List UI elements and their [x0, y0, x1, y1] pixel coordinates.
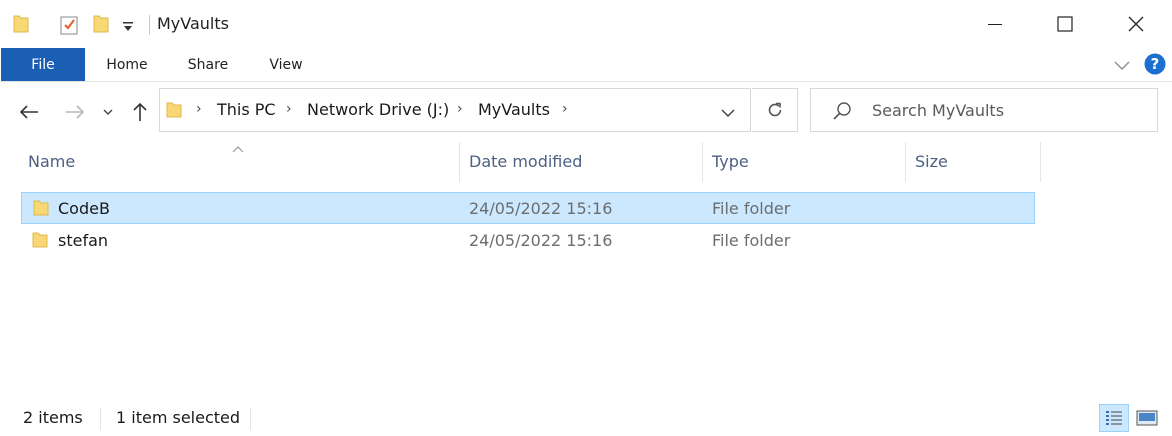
address-history-icon[interactable]: [720, 104, 736, 123]
folder-icon: [33, 199, 49, 221]
tab-view[interactable]: View: [250, 48, 322, 81]
large-icons-view-button[interactable]: [1132, 404, 1162, 432]
column-divider[interactable]: [905, 142, 906, 182]
refresh-button[interactable]: [752, 88, 798, 132]
close-button[interactable]: [1101, 0, 1171, 48]
window-title: MyVaults: [157, 14, 229, 33]
breadcrumb-separator-icon[interactable]: ›: [286, 101, 292, 117]
customize-qat-icon[interactable]: [121, 19, 135, 38]
back-button[interactable]: [14, 95, 44, 129]
breadcrumb-separator-icon[interactable]: ›: [457, 101, 463, 117]
up-button[interactable]: [125, 95, 155, 129]
up-arrow-icon: [133, 102, 147, 121]
maximize-button[interactable]: [1030, 0, 1100, 48]
tab-home[interactable]: Home: [88, 48, 166, 81]
breadcrumb-network-drive[interactable]: Network Drive (J:): [307, 100, 449, 119]
details-view-button[interactable]: [1099, 404, 1129, 432]
details-view-icon: [1106, 411, 1122, 425]
column-divider[interactable]: [459, 142, 460, 182]
search-icon: [832, 101, 852, 125]
column-header-date-modified[interactable]: Date modified: [469, 152, 582, 171]
folder-icon: [12, 14, 30, 38]
table-row[interactable]: stefan 24/05/2022 15:16 File folder: [21, 225, 1035, 257]
tab-file[interactable]: File: [1, 48, 85, 81]
breadcrumb-myvaults[interactable]: MyVaults: [478, 100, 550, 119]
back-arrow-icon: [19, 105, 38, 119]
file-type: File folder: [712, 199, 791, 218]
forward-arrow-icon: [66, 105, 85, 119]
column-header-size[interactable]: Size: [915, 152, 948, 171]
status-divider: [250, 408, 251, 430]
address-folder-icon: [166, 101, 182, 123]
sort-ascending-icon: [231, 138, 245, 157]
table-row[interactable]: CodeB 24/05/2022 15:16 File folder: [21, 192, 1035, 224]
folder-icon: [32, 231, 48, 253]
expand-ribbon-icon[interactable]: [1113, 57, 1131, 76]
large-icons-view-icon: [1136, 410, 1158, 426]
status-item-count: 2 items: [23, 408, 83, 427]
status-selection: 1 item selected: [116, 408, 241, 427]
breadcrumb-this-pc[interactable]: This PC: [217, 100, 276, 119]
minimize-icon: [988, 24, 1002, 25]
recent-locations-button[interactable]: [95, 95, 121, 129]
svg-text:?: ?: [1151, 55, 1160, 73]
maximize-icon: [1057, 16, 1073, 32]
column-header-type[interactable]: Type: [712, 152, 749, 171]
refresh-icon: [768, 102, 781, 117]
new-folder-icon[interactable]: [92, 14, 110, 38]
column-divider[interactable]: [702, 142, 703, 182]
file-name[interactable]: CodeB: [58, 199, 110, 218]
file-date-modified: 24/05/2022 15:16: [469, 199, 613, 218]
column-header-name[interactable]: Name: [28, 152, 75, 171]
qat-divider: [149, 15, 150, 35]
properties-icon[interactable]: [58, 14, 80, 40]
chevron-down-icon: [103, 109, 113, 115]
file-type: File folder: [712, 231, 791, 250]
status-divider: [100, 408, 101, 430]
file-date-modified: 24/05/2022 15:16: [469, 231, 613, 250]
search-input[interactable]: Search MyVaults: [872, 101, 1004, 120]
file-name[interactable]: stefan: [58, 231, 108, 250]
minimize-button[interactable]: [960, 0, 1030, 48]
column-divider[interactable]: [1040, 142, 1041, 182]
forward-button[interactable]: [60, 95, 90, 129]
breadcrumb-separator-icon[interactable]: ›: [562, 101, 568, 117]
close-icon: [1128, 16, 1144, 32]
help-icon[interactable]: ?: [1144, 53, 1166, 79]
breadcrumb-separator-icon[interactable]: ›: [196, 101, 202, 117]
tab-share[interactable]: Share: [170, 48, 246, 81]
